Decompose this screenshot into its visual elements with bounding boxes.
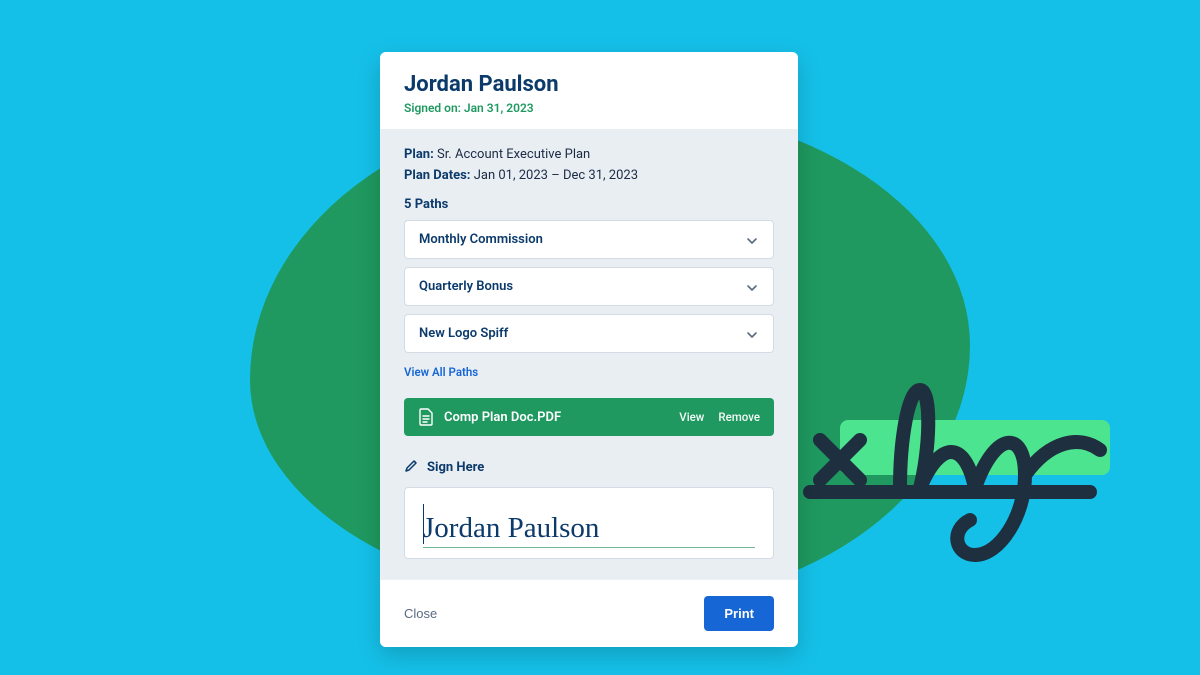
document-bar: Comp Plan Doc.PDF View Remove	[404, 398, 774, 436]
view-all-paths-link[interactable]: View All Paths	[404, 365, 478, 379]
plan-dates-row: Plan Dates: Jan 01, 2023 – Dec 31, 2023	[404, 168, 774, 183]
plan-value: Sr. Account Executive Plan	[437, 147, 590, 162]
plan-dates-label: Plan Dates:	[404, 168, 470, 183]
chevron-down-icon	[745, 233, 759, 247]
modal-body: Plan: Sr. Account Executive Plan Plan Da…	[380, 129, 798, 579]
close-button[interactable]: Close	[404, 606, 437, 621]
signed-on-text: Signed on: Jan 31, 2023	[404, 101, 774, 115]
document-name: Comp Plan Doc.PDF	[444, 410, 665, 425]
path-label: New Logo Spiff	[419, 326, 508, 341]
pen-icon	[404, 458, 419, 477]
path-item-quarterly-bonus[interactable]: Quarterly Bonus	[404, 267, 774, 306]
modal-header: Jordan Paulson Signed on: Jan 31, 2023	[380, 52, 798, 129]
signature-highlight	[840, 420, 1110, 475]
user-name: Jordan Paulson	[404, 72, 774, 97]
print-button[interactable]: Print	[704, 596, 774, 631]
plan-label: Plan:	[404, 147, 434, 162]
paths-count: 5 Paths	[404, 197, 774, 212]
path-item-monthly-commission[interactable]: Monthly Commission	[404, 220, 774, 259]
chevron-down-icon	[745, 280, 759, 294]
document-view-link[interactable]: View	[679, 410, 704, 424]
sign-here-label: Sign Here	[404, 458, 774, 477]
sign-here-text: Sign Here	[427, 460, 484, 475]
plan-dates-value: Jan 01, 2023 – Dec 31, 2023	[474, 168, 638, 183]
text-cursor	[423, 504, 424, 544]
signature-input[interactable]: Jordan Paulson	[404, 487, 774, 559]
signature-value: Jordan Paulson	[423, 512, 755, 548]
path-label: Quarterly Bonus	[419, 279, 513, 294]
path-item-new-logo-spiff[interactable]: New Logo Spiff	[404, 314, 774, 353]
path-label: Monthly Commission	[419, 232, 543, 247]
document-remove-link[interactable]: Remove	[718, 410, 760, 424]
signature-modal: Jordan Paulson Signed on: Jan 31, 2023 P…	[380, 52, 798, 647]
document-icon	[418, 408, 434, 426]
plan-row: Plan: Sr. Account Executive Plan	[404, 147, 774, 162]
chevron-down-icon	[745, 327, 759, 341]
modal-footer: Close Print	[380, 579, 798, 647]
